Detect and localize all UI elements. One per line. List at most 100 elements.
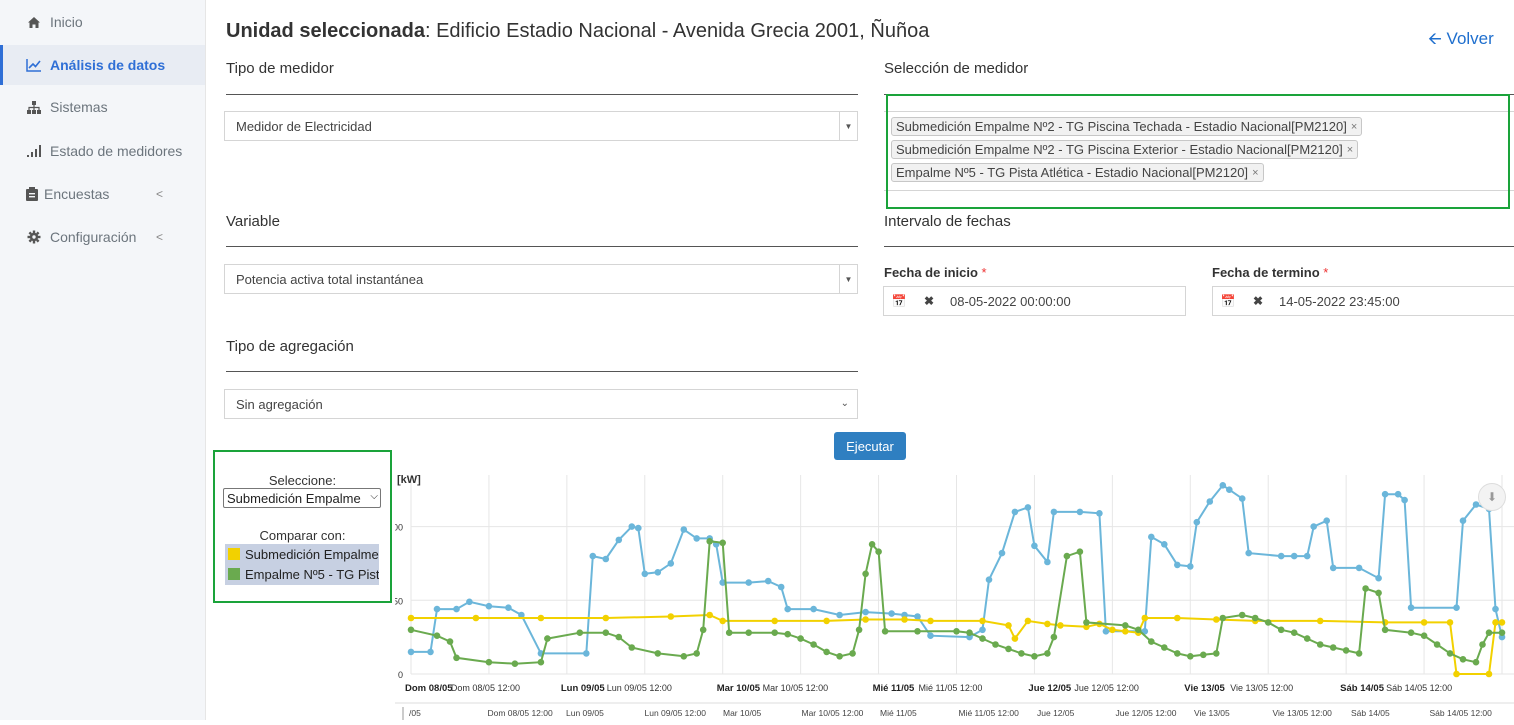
section-title-seleccion-medidor: Selección de medidor bbox=[884, 60, 1029, 77]
tipo-medidor-select[interactable]: Medidor de Electricidad ▼ bbox=[224, 111, 858, 141]
x-tick-label: Mié 11/05 bbox=[873, 683, 915, 694]
calendar-icon[interactable]: 📅 bbox=[884, 287, 914, 315]
data-point bbox=[1453, 670, 1460, 678]
data-point bbox=[1122, 622, 1129, 629]
sidebar-item-label: Sistemas bbox=[50, 99, 108, 115]
data-point bbox=[771, 617, 778, 625]
data-point bbox=[1355, 564, 1363, 572]
sidebar-item-configuracion[interactable]: Configuración < bbox=[0, 217, 205, 257]
data-point bbox=[1024, 504, 1032, 511]
data-point bbox=[764, 577, 772, 585]
clear-icon[interactable]: ✖ bbox=[1243, 287, 1273, 315]
data-point bbox=[1031, 653, 1038, 660]
download-icon[interactable]: ⬇ bbox=[1478, 483, 1506, 511]
sidebar-item-analisis[interactable]: Análisis de datos bbox=[0, 45, 205, 85]
divider bbox=[226, 246, 858, 247]
data-point bbox=[1433, 641, 1441, 648]
data-point bbox=[641, 570, 649, 578]
data-point bbox=[1187, 563, 1194, 570]
fecha-termino-input[interactable]: 📅 ✖ 14-05-2022 23:45:00 bbox=[1212, 286, 1514, 316]
data-point bbox=[1492, 619, 1499, 626]
data-point bbox=[615, 633, 623, 641]
data-point bbox=[1005, 622, 1012, 629]
highlight-box bbox=[213, 450, 392, 603]
sidebar-item-estado[interactable]: Estado de medidores bbox=[0, 131, 205, 171]
data-point bbox=[602, 555, 610, 563]
sidebar-item-inicio[interactable]: Inicio bbox=[0, 2, 205, 42]
data-point bbox=[706, 538, 713, 545]
data-point bbox=[1375, 574, 1382, 582]
calendar-icon[interactable]: 📅 bbox=[1213, 287, 1243, 315]
x-tick-label: Sáb 14/05 12:00 bbox=[1386, 683, 1452, 693]
chart-area[interactable]: 050100[kW]Dom 08/05Dom 08/05 12:00Lun 09… bbox=[388, 465, 1514, 720]
data-point bbox=[433, 605, 441, 613]
data-point bbox=[576, 629, 584, 636]
data-point bbox=[427, 648, 434, 656]
navigator-label: Sáb 14/05 12:00 bbox=[1430, 708, 1493, 718]
data-point bbox=[1453, 604, 1460, 611]
data-point bbox=[1148, 533, 1155, 541]
navigator-label: Vie 13/05 bbox=[1194, 708, 1230, 718]
data-point bbox=[1459, 517, 1467, 524]
sidebar-item-label: Encuestas bbox=[44, 186, 110, 202]
data-point bbox=[1316, 617, 1324, 625]
sidebar-item-sistemas[interactable]: Sistemas bbox=[0, 87, 205, 127]
data-point bbox=[849, 650, 856, 657]
data-point bbox=[927, 617, 934, 625]
data-point bbox=[1407, 629, 1415, 636]
data-point bbox=[1498, 619, 1506, 626]
data-point bbox=[1076, 508, 1084, 516]
data-point bbox=[407, 648, 415, 656]
data-point bbox=[1083, 619, 1090, 626]
data-point bbox=[544, 635, 551, 642]
y-tick-label: 50 bbox=[395, 596, 403, 606]
data-point bbox=[1479, 641, 1486, 648]
data-point bbox=[583, 650, 590, 657]
sidebar-item-label: Estado de medidores bbox=[50, 143, 183, 159]
line-chart-icon bbox=[26, 57, 42, 73]
back-link[interactable]: 🡨 Volver bbox=[1428, 26, 1494, 55]
data-point bbox=[1005, 645, 1012, 653]
data-point bbox=[745, 629, 752, 636]
data-point bbox=[836, 653, 843, 660]
ejecutar-button[interactable]: Ejecutar bbox=[834, 432, 906, 460]
agregacion-select[interactable]: Sin agregación ⌄ bbox=[224, 389, 858, 419]
data-point bbox=[1031, 542, 1038, 550]
data-point bbox=[1362, 585, 1369, 592]
sidebar-divider bbox=[205, 0, 206, 720]
data-point bbox=[719, 617, 726, 625]
data-point bbox=[901, 616, 908, 623]
data-point bbox=[433, 632, 441, 639]
data-point bbox=[888, 610, 895, 617]
data-point bbox=[953, 628, 960, 635]
data-point bbox=[1251, 614, 1259, 622]
data-point bbox=[1329, 644, 1337, 651]
fecha-inicio-input[interactable]: 📅 ✖ 08-05-2022 00:00:00 bbox=[883, 286, 1186, 316]
navigator-label: Dom 08/05 12:00 bbox=[488, 708, 553, 718]
data-point bbox=[589, 552, 597, 560]
y-tick-label: 100 bbox=[395, 523, 403, 533]
navigator-label: Mar 10/05 12:00 bbox=[802, 708, 864, 718]
data-point bbox=[777, 583, 785, 591]
data-point bbox=[1076, 548, 1084, 555]
data-point bbox=[823, 648, 830, 656]
section-title-tipo-medidor: Tipo de medidor bbox=[226, 60, 334, 77]
data-point bbox=[1135, 626, 1142, 634]
x-tick-label: Mar 10/05 12:00 bbox=[763, 683, 829, 693]
data-point bbox=[1420, 632, 1428, 639]
data-point bbox=[725, 629, 733, 636]
sidebar-item-encuestas[interactable]: Encuestas < bbox=[0, 174, 205, 214]
data-point bbox=[1238, 495, 1246, 502]
x-tick-label: Jue 12/05 12:00 bbox=[1074, 683, 1139, 693]
highlight-box bbox=[886, 94, 1510, 209]
line-chart[interactable]: 050100[kW]Dom 08/05Dom 08/05 12:00Lun 09… bbox=[388, 465, 1514, 720]
variable-select[interactable]: Potencia activa total instantánea ▼ bbox=[224, 264, 858, 294]
data-point bbox=[1174, 614, 1181, 622]
data-point bbox=[979, 626, 986, 634]
data-point bbox=[1459, 656, 1467, 663]
navigator-label: Mar 10/05 bbox=[723, 708, 762, 718]
clear-icon[interactable]: ✖ bbox=[914, 287, 944, 315]
data-point bbox=[1044, 558, 1051, 566]
x-tick-label: Vie 13/05 bbox=[1184, 683, 1225, 694]
data-point bbox=[1381, 490, 1389, 498]
